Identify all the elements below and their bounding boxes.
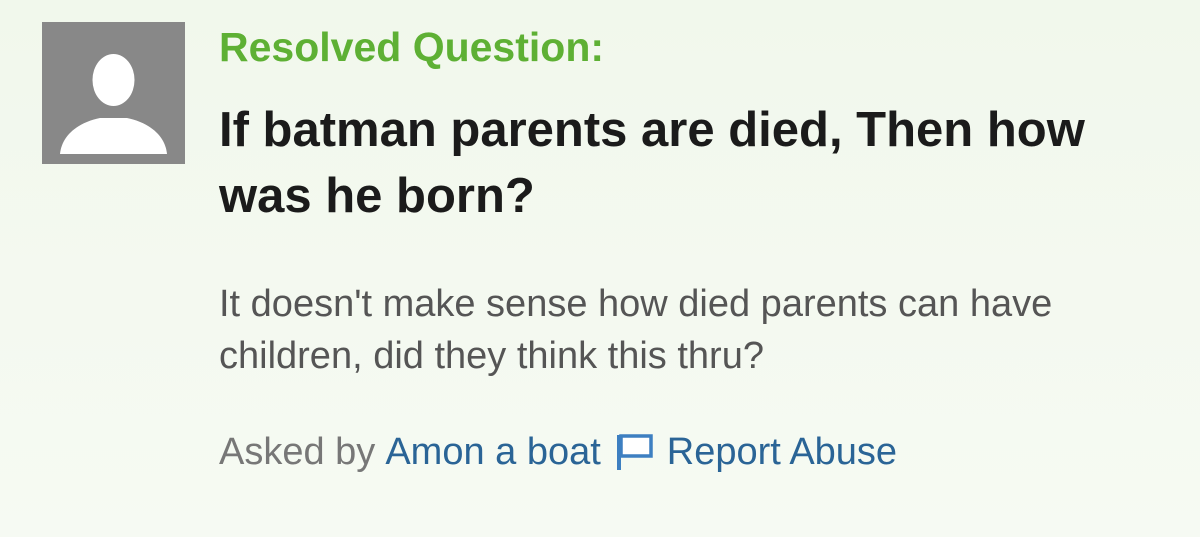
question-details: It doesn't make sense how died parents c…	[219, 283, 1053, 377]
report-abuse-link[interactable]: Report Abuse	[667, 428, 897, 476]
avatar[interactable]	[42, 22, 185, 164]
user-silhouette-icon	[42, 22, 185, 164]
question-card: Resolved Question: If batman parents are…	[0, 0, 1200, 537]
question-title: If batman parents are died, Then how was…	[219, 103, 1085, 223]
report-abuse-button[interactable]: Report Abuse	[615, 428, 897, 476]
asked-by-label: Asked by	[219, 431, 376, 473]
question-meta: Asked by Amon a boat Report Abuse	[219, 428, 897, 476]
author-link[interactable]: Amon a boat	[385, 428, 600, 476]
flag-icon	[615, 432, 655, 472]
question-status: Resolved Question:	[219, 24, 605, 70]
